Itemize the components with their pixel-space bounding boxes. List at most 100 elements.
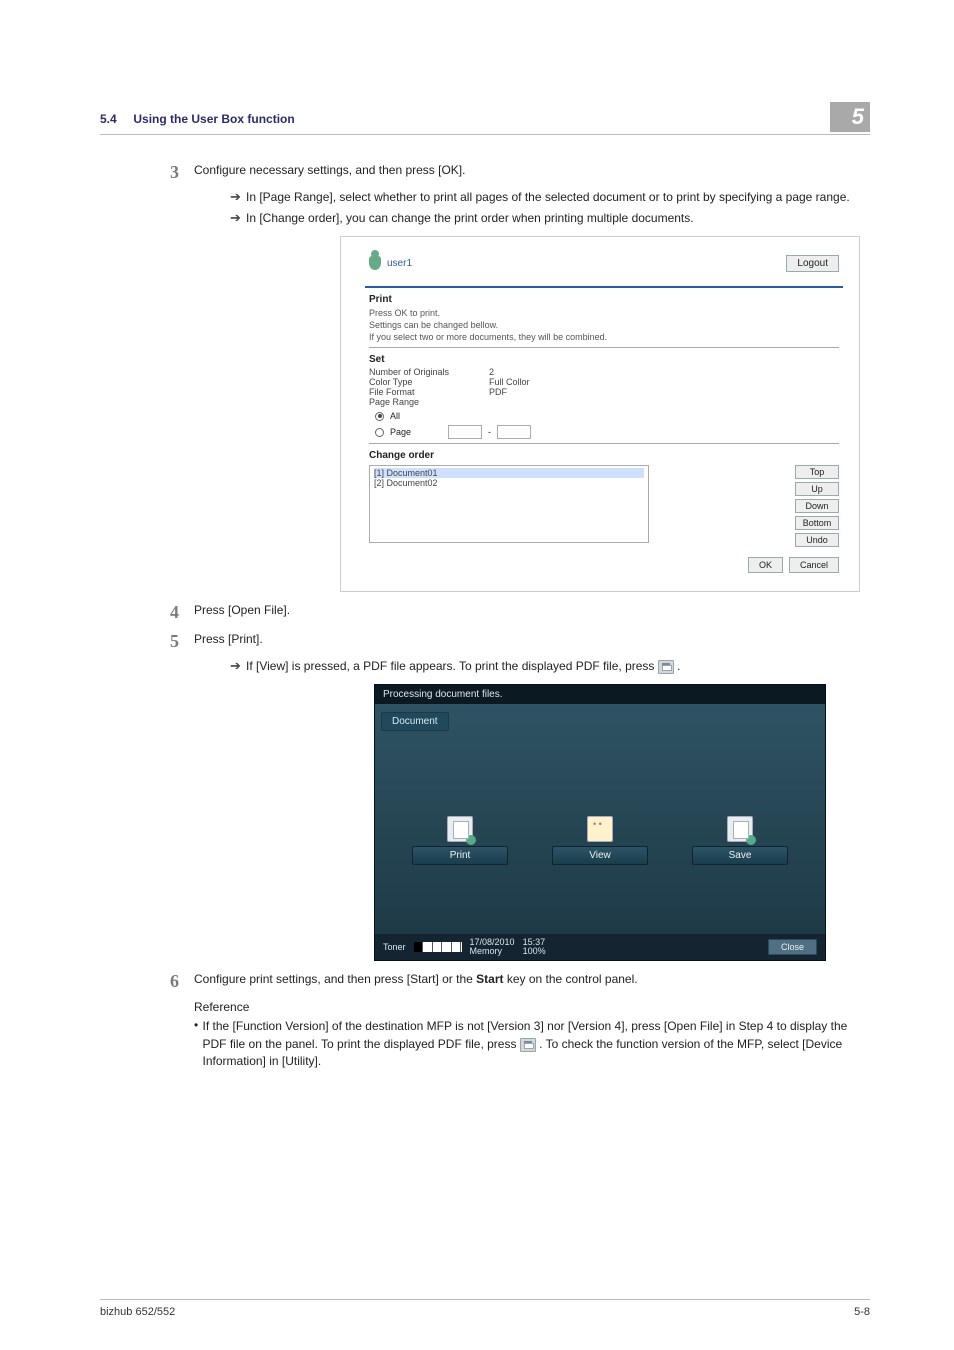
page-to-input[interactable] [497, 425, 531, 439]
radio-all[interactable] [375, 412, 384, 421]
panel-save-button[interactable]: Save [692, 816, 788, 865]
chapter-badge: 5 [830, 102, 870, 132]
sub-text-post: . [677, 659, 680, 673]
reference-text: If the [Function Version] of the destina… [203, 1018, 870, 1070]
thin-rule [369, 443, 839, 444]
radio-all-label: All [390, 411, 400, 421]
radio-all-row[interactable]: All [375, 411, 839, 421]
web-print-dialog: user1 Logout Print Press OK to print. Se… [340, 236, 860, 592]
step-4: 4 Press [Open File]. [170, 602, 870, 623]
page-footer: bizhub 652/552 5-8 [100, 1299, 870, 1318]
step6-post: key on the control panel. [504, 972, 638, 986]
panel-print-button[interactable]: Print [412, 816, 508, 865]
kv-key: File Format [369, 387, 489, 397]
order-up-button[interactable]: Up [795, 482, 839, 496]
kv-key: Number of Originals [369, 367, 489, 377]
kv-row: Color TypeFull Collor [369, 377, 839, 387]
arrow-icon: ➔ [230, 658, 246, 675]
list-item[interactable]: [2] Document02 [374, 478, 644, 488]
kv-row: Page Range [369, 397, 839, 407]
reference-heading: Reference [194, 1000, 870, 1014]
footer-left: bizhub 652/552 [100, 1306, 175, 1318]
radio-page-row[interactable]: Page - [375, 425, 839, 439]
panel-close-button[interactable]: Close [768, 939, 817, 955]
step-text: Press [Open File]. [194, 602, 290, 619]
panel-mem-label: Memory [470, 947, 515, 956]
device-panel: Processing document files. Document Prin… [374, 684, 826, 962]
step-5: 5 Press [Print]. [170, 631, 870, 652]
print-note-3: If you select two or more documents, the… [369, 331, 839, 343]
page-sep: - [488, 427, 491, 437]
step-6: 6 Configure print settings, and then pre… [170, 971, 870, 992]
step-number: 4 [170, 602, 194, 623]
sub-text: In [Change order], you can change the pr… [246, 210, 694, 227]
reference-item: • If the [Function Version] of the desti… [194, 1018, 870, 1070]
arrow-icon: ➔ [230, 210, 246, 227]
page-header: 5.4 Using the User Box function [100, 112, 870, 126]
page-from-input[interactable] [448, 425, 482, 439]
print-icon [447, 816, 473, 842]
dialog-rule [365, 286, 843, 288]
panel-print-label: Print [412, 846, 508, 865]
step6-bold: Start [476, 972, 503, 986]
radio-page[interactable] [375, 428, 384, 437]
set-heading: Set [369, 354, 839, 365]
step-3-sub-2: ➔ In [Change order], you can change the … [230, 210, 870, 227]
kv-row: File FormatPDF [369, 387, 839, 397]
print-note-1: Press OK to print. [369, 307, 839, 319]
panel-mem-pct: 100% [523, 947, 546, 956]
user-name: user1 [387, 258, 412, 269]
step6-pre: Configure print settings, and then press… [194, 972, 476, 986]
panel-status: Processing document files. [375, 685, 825, 704]
step-number: 5 [170, 631, 194, 652]
header-rule [100, 134, 870, 135]
header-title: 5.4 Using the User Box function [100, 112, 295, 126]
ok-button[interactable]: OK [748, 557, 783, 573]
list-item[interactable]: [1] Document01 [374, 468, 644, 478]
kv-val: 2 [489, 367, 494, 377]
section-number: 5.4 [100, 112, 117, 126]
step-text: Press [Print]. [194, 631, 263, 648]
print-inline-icon [520, 1038, 536, 1052]
step-3-sub-1: ➔ In [Page Range], select whether to pri… [230, 189, 870, 206]
kv-key: Color Type [369, 377, 489, 387]
panel-view-button[interactable]: View [552, 816, 648, 865]
sub-text: In [Page Range], select whether to print… [246, 189, 850, 206]
order-top-button[interactable]: Top [795, 465, 839, 479]
kv-val: PDF [489, 387, 507, 397]
order-down-button[interactable]: Down [795, 499, 839, 513]
order-undo-button[interactable]: Undo [795, 533, 839, 547]
step-number: 3 [170, 162, 194, 183]
user-indicator: user1 [369, 256, 412, 270]
thin-rule [369, 347, 839, 348]
order-bottom-button[interactable]: Bottom [795, 516, 839, 530]
sub-text-pre: If [View] is pressed, a PDF file appears… [246, 659, 658, 673]
bullet-icon: • [194, 1018, 203, 1034]
radio-page-label: Page [390, 427, 442, 437]
kv-key: Page Range [369, 397, 489, 407]
step-text: Configure print settings, and then press… [194, 971, 638, 988]
cancel-button[interactable]: Cancel [789, 557, 839, 573]
kv-val: Full Collor [489, 377, 530, 387]
panel-view-label: View [552, 846, 648, 865]
order-list[interactable]: [1] Document01 [2] Document02 [369, 465, 649, 543]
sub-text: If [View] is pressed, a PDF file appears… [246, 658, 680, 675]
step-3: 3 Configure necessary settings, and then… [170, 162, 870, 183]
print-heading: Print [369, 294, 839, 305]
step-number: 6 [170, 971, 194, 992]
toner-label: Toner [383, 942, 406, 952]
section-title: Using the User Box function [133, 112, 294, 126]
step-text: Configure necessary settings, and then p… [194, 162, 465, 179]
order-buttons: Top Up Down Bottom Undo [795, 465, 839, 547]
chapter-number: 5 [852, 104, 864, 130]
logout-button[interactable]: Logout [786, 255, 839, 272]
kv-row: Number of Originals2 [369, 367, 839, 377]
panel-save-label: Save [692, 846, 788, 865]
arrow-icon: ➔ [230, 189, 246, 206]
document-tab[interactable]: Document [381, 712, 449, 731]
footer-right: 5-8 [854, 1306, 870, 1318]
print-note-2: Settings can be changed bellow. [369, 319, 839, 331]
view-icon [587, 816, 613, 842]
save-icon [727, 816, 753, 842]
toner-indicator [414, 942, 462, 952]
